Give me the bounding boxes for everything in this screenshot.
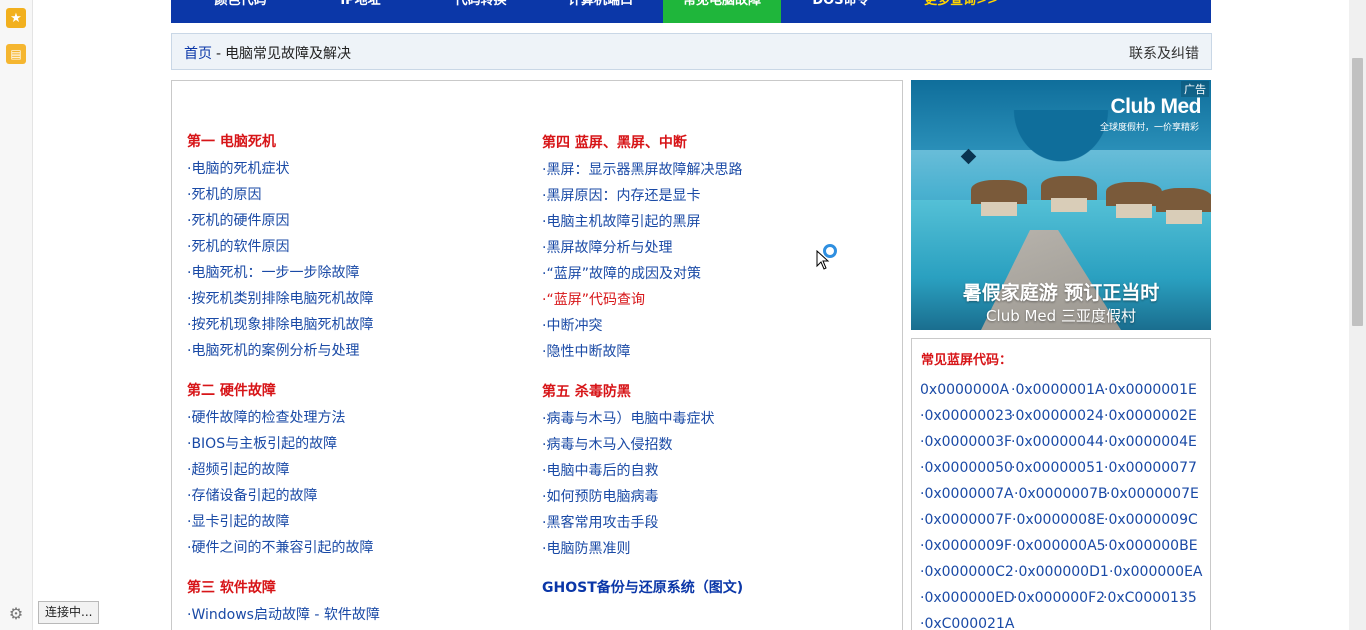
notes-icon[interactable]: ▤ bbox=[6, 44, 26, 64]
list-item[interactable]: ·电脑死机：一步一步除故障 bbox=[187, 262, 359, 282]
section-title-bluescreen: 第四 蓝屏、黑屏、中断 bbox=[542, 135, 687, 151]
nav-common-faults[interactable]: 常见电脑故障 bbox=[663, 0, 781, 23]
hut-image bbox=[971, 180, 1027, 216]
bsod-code-link[interactable]: ·0x0000003F bbox=[920, 434, 1012, 450]
ad-tagline: 全球度假村，一价享精彩 bbox=[1099, 123, 1199, 133]
section-title-hardware: 第二 硬件故障 bbox=[187, 383, 276, 399]
list-item[interactable]: ·黑客常用攻击手段 bbox=[542, 512, 658, 532]
list-item[interactable]: ·硬件故障的检查处理方法 bbox=[187, 407, 345, 427]
bsod-code-link[interactable]: ·0x0000007B bbox=[1014, 486, 1108, 502]
bsod-code-link[interactable]: ·0xC0000135 bbox=[1103, 590, 1197, 606]
list-item[interactable]: ·按死机类别排除电脑死机故障 bbox=[187, 288, 373, 308]
list-item[interactable]: ·死机的硬件原因 bbox=[187, 210, 289, 230]
nav-color-codes[interactable]: 颜色代码 bbox=[183, 0, 298, 23]
clubmed-logo: Club Med bbox=[1110, 95, 1202, 118]
list-item[interactable]: ·电脑的死机症状 bbox=[187, 158, 289, 178]
bsod-code-link[interactable]: ·0x0000008E bbox=[1012, 512, 1105, 528]
hut-image bbox=[1106, 182, 1162, 218]
hut-image bbox=[1156, 188, 1211, 224]
page-scrollbar[interactable] bbox=[1349, 0, 1366, 630]
list-item[interactable]: ·“蓝屏”故障的成因及对策 bbox=[542, 263, 701, 283]
bsod-code-link[interactable]: ·0x0000004E bbox=[1104, 434, 1197, 450]
nav-dos-commands[interactable]: DOS命令 bbox=[781, 0, 901, 23]
list-item[interactable]: ·电脑死机的案例分析与处理 bbox=[187, 340, 359, 360]
nav-ip-address[interactable]: IP地址 bbox=[298, 0, 423, 23]
bsod-code-link[interactable]: ·0x0000007A bbox=[920, 486, 1014, 502]
list-item[interactable]: ·存储设备引起的故障 bbox=[187, 485, 317, 505]
bsod-code-link[interactable]: ·0x0000007F bbox=[920, 512, 1012, 528]
bsod-code-link[interactable]: ·0xC000021A bbox=[920, 616, 1014, 630]
list-item[interactable]: ·按死机现象排除电脑死机故障 bbox=[187, 314, 373, 334]
nav-computer-ports[interactable]: 计算机端口 bbox=[538, 0, 663, 23]
bsod-code-link[interactable]: ·0x00000077 bbox=[1104, 460, 1197, 476]
bsod-code-link[interactable]: ·0x00000051 bbox=[1011, 460, 1104, 476]
bsod-code-link[interactable]: ·0x000000EA bbox=[1109, 564, 1203, 580]
loading-spinner-icon bbox=[823, 244, 837, 258]
list-item[interactable]: ·黑屏故障分析与处理 bbox=[542, 237, 672, 257]
list-item[interactable]: ·电脑防黑准则 bbox=[542, 538, 630, 558]
ad-headline: 暑假家庭游 预订正当时 bbox=[962, 282, 1160, 304]
list-item[interactable]: ·电脑中毒后的自救 bbox=[542, 460, 658, 480]
favorites-star-icon[interactable]: ★ bbox=[6, 8, 26, 28]
bsod-code-link[interactable]: ·0x0000001A bbox=[1011, 382, 1105, 398]
list-item[interactable]: ·死机的原因 bbox=[187, 184, 261, 204]
bsod-code-link[interactable]: ·0x00000044 bbox=[1011, 434, 1104, 450]
bsod-code-link[interactable]: ·0x0000007E bbox=[1106, 486, 1199, 502]
list-item[interactable]: ·超频引起的故障 bbox=[187, 459, 289, 479]
fault-index-panel: 第一 电脑死机 ·电脑的死机症状 ·死机的原因 ·死机的硬件原因 ·死机的软件原… bbox=[171, 80, 903, 630]
bsod-code-link[interactable]: ·0x000000F2 bbox=[1013, 590, 1105, 606]
list-item[interactable]: ·中断冲突 bbox=[542, 315, 602, 335]
list-item[interactable]: ·如何预防电脑病毒 bbox=[542, 486, 658, 506]
list-item[interactable]: ·隐性中断故障 bbox=[542, 341, 630, 361]
list-item[interactable]: ·死机的软件原因 bbox=[187, 236, 289, 256]
loading-status-tooltip: 连接中... bbox=[38, 601, 100, 624]
list-item[interactable]: ·电脑主机故障引起的黑屏 bbox=[542, 211, 700, 231]
nav-more[interactable]: 更多查询>> bbox=[901, 0, 1021, 23]
ad-subline: Club Med 三亚度假村 bbox=[986, 307, 1136, 325]
list-item[interactable]: ·病毒与木马）电脑中毒症状 bbox=[542, 408, 714, 428]
section-title-software: 第三 软件故障 bbox=[187, 580, 276, 596]
top-nav: 颜色代码 IP地址 代码转换 计算机端口 常见电脑故障 DOS命令 更多查询>> bbox=[171, 0, 1211, 23]
nav-code-convert[interactable]: 代码转换 bbox=[423, 0, 538, 23]
hut-image bbox=[1041, 176, 1097, 212]
breadcrumb-separator: - bbox=[216, 46, 222, 62]
ghost-backup-link[interactable]: GHOST备份与还原系统（图文) bbox=[542, 577, 743, 597]
bsod-code-link[interactable]: ·0x00000050 bbox=[920, 460, 1013, 476]
bsod-code-link[interactable]: 0x0000000A bbox=[920, 382, 1009, 398]
scrollbar-thumb[interactable] bbox=[1352, 58, 1363, 326]
bsod-code-lookup-link[interactable]: ·“蓝屏”代码查询 bbox=[542, 289, 645, 309]
section-title-antivirus: 第五 杀毒防黑 bbox=[542, 384, 631, 400]
list-item[interactable]: ·BIOS与主板引起的故障 bbox=[187, 433, 337, 453]
bsod-code-link[interactable]: ·0x000000BE bbox=[1104, 538, 1198, 554]
settings-gear-icon[interactable]: ⚙ bbox=[7, 605, 25, 623]
bsod-code-link[interactable]: ·0x000000C2 bbox=[920, 564, 1014, 580]
breadcrumb-bar: 首页 - 电脑常见故障及解决 联系及纠错 bbox=[171, 33, 1212, 70]
ad-heart-shape bbox=[1006, 110, 1116, 170]
bsod-code-link[interactable]: ·0x00000024 bbox=[1011, 408, 1104, 424]
breadcrumb-current: 电脑常见故障及解决 bbox=[225, 46, 352, 62]
bsod-code-link[interactable]: ·0x000000D1 bbox=[1014, 564, 1109, 580]
breadcrumb-home-link[interactable]: 首页 bbox=[184, 46, 212, 62]
bsod-codes-box: 常见蓝屏代码： 0x0000000A ·0x0000001A ·0x000000… bbox=[911, 338, 1211, 630]
bsod-code-link[interactable]: ·0x0000009F bbox=[920, 538, 1012, 554]
section-title-crash: 第一 电脑死机 bbox=[187, 134, 276, 150]
list-item[interactable]: ·黑屏原因：内存还是显卡 bbox=[542, 185, 700, 205]
list-item[interactable]: ·病毒与木马入侵招数 bbox=[542, 434, 672, 454]
contact-correction-link[interactable]: 联系及纠错 bbox=[1129, 43, 1199, 63]
clubmed-ad-banner[interactable]: 广告 Club Med 全球度假村，一价享精彩 暑假家庭游 预订正当时 Club… bbox=[911, 80, 1211, 330]
breadcrumb: 首页 - 电脑常见故障及解决 bbox=[184, 43, 351, 63]
list-item[interactable]: ·硬件之间的不兼容引起的故障 bbox=[187, 537, 373, 557]
bsod-code-link[interactable]: ·0x0000002E bbox=[1104, 408, 1197, 424]
bsod-code-link[interactable]: ·0x0000009C bbox=[1104, 512, 1198, 528]
bsod-code-link[interactable]: ·0x000000A5 bbox=[1012, 538, 1106, 554]
list-item[interactable]: ·显卡引起的故障 bbox=[187, 511, 289, 531]
list-item[interactable]: ·黑屏：显示器黑屏故障解决思路 bbox=[542, 159, 742, 179]
browser-sidebar: ★ ▤ ⚙ bbox=[0, 0, 33, 630]
bsod-codes-title: 常见蓝屏代码： bbox=[921, 353, 1013, 368]
bsod-code-link[interactable]: ·0x000000ED bbox=[920, 590, 1015, 606]
bsod-code-link[interactable]: ·0x00000023 bbox=[920, 408, 1013, 424]
list-item[interactable]: ·Windows启动故障 - 软件故障 bbox=[187, 604, 380, 624]
bsod-code-link[interactable]: ·0x0000001E bbox=[1104, 382, 1197, 398]
